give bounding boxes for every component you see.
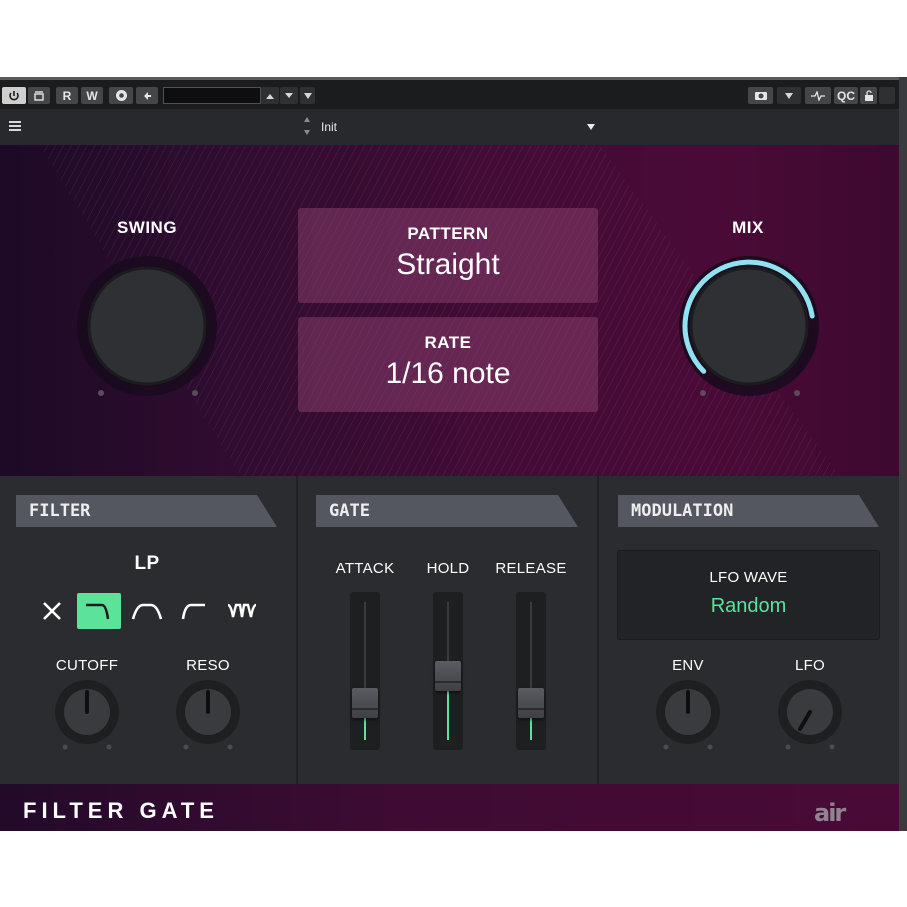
filter-type-bandpass-button[interactable] xyxy=(125,593,169,629)
host-preset-field[interactable] xyxy=(163,87,261,104)
filter-section: FILTER LP CUTOFF RESO xyxy=(0,476,296,784)
triangle-down-icon xyxy=(285,92,293,98)
preset-menu-button[interactable] xyxy=(300,87,315,104)
hold-slider-thumb[interactable] xyxy=(435,661,461,692)
window-toggle-button[interactable] xyxy=(879,87,895,104)
camera-icon xyxy=(754,92,767,100)
env-knob[interactable] xyxy=(654,679,722,753)
pattern-selector[interactable]: PATTERN Straight xyxy=(298,208,598,303)
preset-down-button[interactable] xyxy=(280,87,298,104)
host-preset-bar: Init xyxy=(0,109,899,145)
filter-type-label: LP xyxy=(134,553,160,574)
filter-type-highpass-button[interactable] xyxy=(172,593,216,629)
release-slider-fill xyxy=(530,718,532,740)
mix-label: MIX xyxy=(732,218,764,237)
preset-up-button[interactable] xyxy=(261,87,279,104)
gate-section: GATE ATTACK HOLD RELEASE xyxy=(298,476,597,784)
bypass-icon xyxy=(34,90,44,101)
lowpass-icon xyxy=(86,603,110,620)
bandpass-icon xyxy=(131,603,163,620)
modulation-header: MODULATION xyxy=(618,495,879,527)
arrow-left-button[interactable] xyxy=(136,87,158,104)
cutoff-knob-graphic xyxy=(55,680,119,750)
reso-knob[interactable] xyxy=(174,679,242,753)
preset-stepper-icon[interactable] xyxy=(303,115,311,137)
at-icon xyxy=(115,90,127,101)
cutoff-knob[interactable] xyxy=(53,679,121,753)
snapshot-button[interactable] xyxy=(748,87,773,104)
reso-knob-graphic xyxy=(176,680,240,750)
air-logo: air xyxy=(814,799,846,827)
preset-name: Init xyxy=(321,120,338,134)
quick-control-button[interactable]: QC xyxy=(834,87,858,104)
lfo-wave-value: Random xyxy=(710,595,787,617)
lfo-wave-selector[interactable]: LFO WAVE Random xyxy=(617,550,880,640)
filter-header: FILTER xyxy=(16,495,277,527)
attack-slider-fill xyxy=(364,718,366,740)
hero-section: SWING PATTERN Straight RATE 1/16 note MI… xyxy=(0,145,899,476)
mix-knob-graphic xyxy=(679,256,819,396)
cutoff-label: CUTOFF xyxy=(55,657,119,674)
swing-knob-graphic xyxy=(77,256,217,396)
plugin-window: R W QC Init SWING PATTERN Straight RATE … xyxy=(0,77,899,831)
read-automation-button[interactable]: R xyxy=(56,87,78,104)
triangle-up-icon xyxy=(266,93,274,99)
attack-slider-thumb[interactable] xyxy=(352,688,378,719)
swing-label: SWING xyxy=(116,218,178,237)
mix-knob[interactable] xyxy=(677,254,821,398)
power-button[interactable] xyxy=(2,87,26,104)
write-automation-button[interactable]: W xyxy=(81,87,103,104)
snapshot-menu-button[interactable] xyxy=(777,87,801,104)
chevron-down-icon xyxy=(587,124,595,130)
rate-value: 1/16 note xyxy=(385,357,511,390)
plugin-title: FILTER GATE xyxy=(23,798,219,823)
lock-button[interactable] xyxy=(860,87,877,104)
chevron-down-icon xyxy=(785,92,793,99)
host-toolbar: R W QC xyxy=(0,77,899,109)
env-label: ENV xyxy=(672,657,704,674)
gate-header: GATE xyxy=(316,495,578,527)
power-icon xyxy=(9,90,19,100)
pattern-label: PATTERN xyxy=(407,224,489,243)
plugin-footer: FILTER GATE air xyxy=(0,784,899,831)
close-icon xyxy=(43,602,61,620)
hold-slider[interactable] xyxy=(433,592,463,750)
swing-knob[interactable] xyxy=(75,254,219,398)
lock-icon xyxy=(864,90,873,101)
release-label: RELEASE xyxy=(495,560,567,577)
filter-type-notch-button[interactable] xyxy=(220,593,264,629)
highpass-icon xyxy=(181,603,205,620)
pattern-value: Straight xyxy=(396,248,500,281)
hold-slider-fill xyxy=(447,691,449,740)
reso-label: RESO xyxy=(186,657,230,674)
preset-selector[interactable]: Init xyxy=(316,116,599,138)
filter-type-off-button[interactable] xyxy=(30,593,74,629)
env-knob-graphic xyxy=(656,680,720,750)
attack-slider[interactable] xyxy=(350,592,380,750)
notch-icon xyxy=(227,603,257,618)
release-slider[interactable] xyxy=(516,592,546,750)
filter-type-lowpass-button[interactable] xyxy=(77,593,121,629)
lfo-label: LFO xyxy=(794,657,826,674)
menu-icon[interactable] xyxy=(9,121,21,131)
rate-selector[interactable]: RATE 1/16 note xyxy=(298,317,598,412)
bypass-button[interactable] xyxy=(28,87,50,104)
release-slider-thumb[interactable] xyxy=(518,688,544,719)
lfo-wave-label: LFO WAVE xyxy=(709,569,788,586)
lfo-knob-graphic xyxy=(778,680,842,750)
lfo-knob[interactable] xyxy=(776,679,844,753)
chevron-down-icon xyxy=(303,92,312,99)
waveform-icon xyxy=(811,90,825,101)
arrow-left-icon xyxy=(144,91,151,100)
rate-label: RATE xyxy=(424,333,472,352)
auto-button[interactable] xyxy=(109,87,133,104)
activity-button[interactable] xyxy=(805,87,831,104)
host-window-edge xyxy=(899,77,907,831)
